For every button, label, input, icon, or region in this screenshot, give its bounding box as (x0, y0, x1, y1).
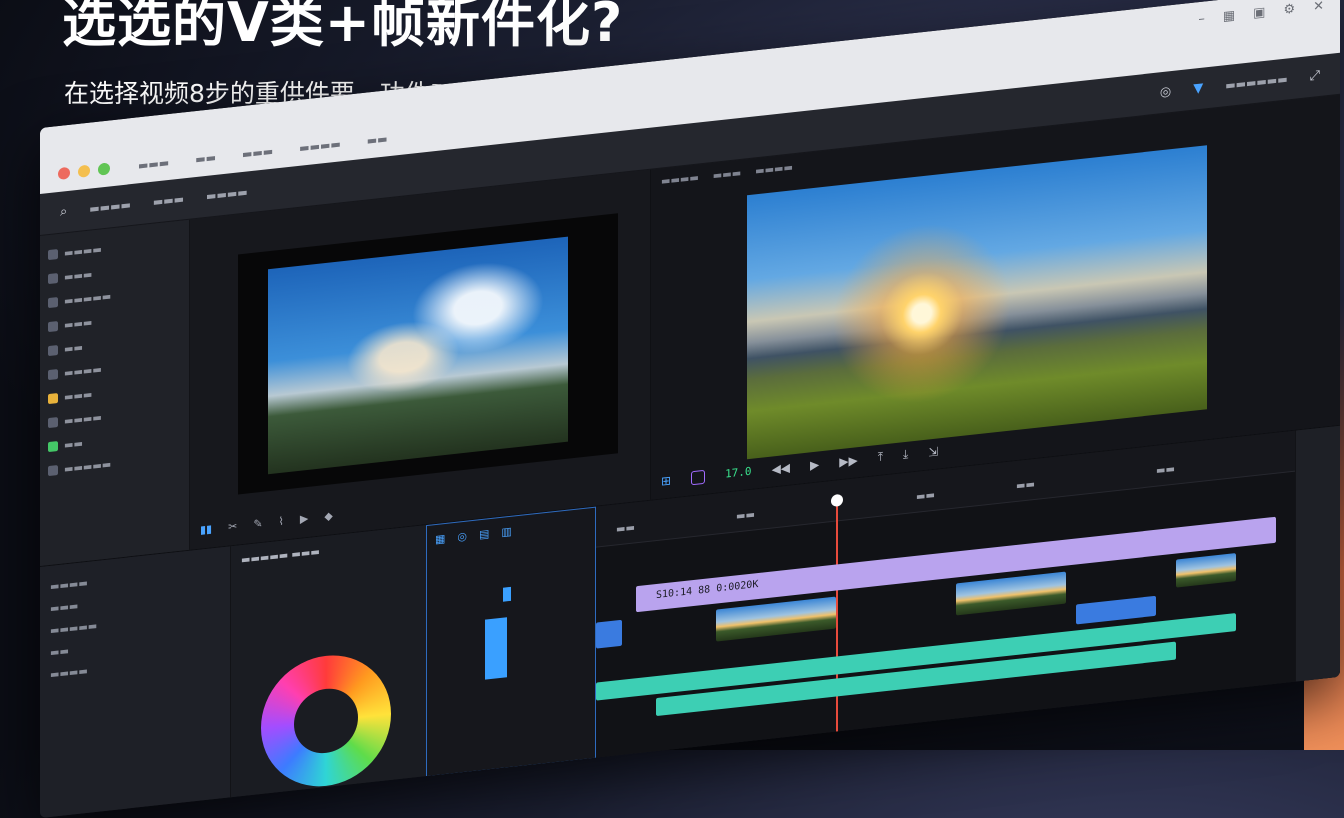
editor-stage: ▬▬▬ ▬▬ ▬▬▬ ▬▬▬▬ ▬▬ – ▦ ▣ ⚙ ✕ ⌕ ▬▬▬▬ ▬▬▬ … (0, 0, 1344, 818)
search-icon[interactable]: ⌕ (60, 204, 67, 220)
step-forward-icon[interactable]: ▶▶ (839, 453, 857, 469)
program-timecode: 17.0 (725, 464, 752, 481)
program-tab[interactable]: ▬▬▬▬ (755, 162, 793, 177)
menu-item[interactable]: ▬▬▬ (138, 155, 169, 171)
pen-icon[interactable]: ✎ (253, 517, 262, 531)
waveform-icon[interactable]: ▦ (435, 532, 445, 546)
safe-margins-icon[interactable]: ⊞ (661, 473, 671, 488)
toolbar-item[interactable]: ▬▬▬ (153, 192, 184, 208)
toolbar-item[interactable]: ▬▬▬▬ (206, 185, 248, 203)
parade-icon[interactable]: ▥ (501, 525, 511, 539)
color-panel: ▬▬▬▬▬ ▬▬▬ (230, 525, 426, 799)
timeline-clip[interactable] (596, 619, 622, 649)
media-browser-sidebar: ▬▬▬▬ ▬▬▬ ▬▬▬▬▬ ▬▬▬ ▬▬ ▬▬▬▬ ▬▬▬ ▬▬▬▬ ▬▬ ▬… (40, 219, 190, 567)
timeline-clip[interactable] (1076, 595, 1156, 625)
project-panel: ▬▬▬▬ ▬▬▬ ▬▬▬▬▬ ▬▬ ▬▬▬▬ (40, 546, 230, 818)
timeline-right-toolbar (1295, 425, 1340, 683)
workspace-icon[interactable]: ◎ (1160, 84, 1171, 100)
window-controls-traffic-lights (58, 162, 110, 181)
zoom-window-button[interactable] (98, 162, 110, 176)
ruler-tick: ▬▬ (1016, 478, 1035, 492)
step-back-icon[interactable]: ◀◀ (772, 460, 790, 476)
histogram-icon[interactable]: ▤ (479, 527, 489, 541)
source-viewer (238, 213, 618, 495)
color-wheel-icon[interactable] (261, 648, 391, 793)
grid-icon[interactable]: ▦ (1223, 8, 1235, 24)
status-icon (48, 441, 58, 453)
menu-item[interactable]: ▬▬▬ (242, 144, 273, 160)
filter-icon[interactable]: ▼ (1193, 81, 1203, 97)
scopes-panel: ▦ ◎ ▤ ▥ (426, 506, 596, 778)
program-preview-image (747, 145, 1207, 460)
program-tab[interactable]: ▬▬▬ (713, 168, 741, 182)
folder-icon (48, 345, 58, 357)
folder-icon (48, 465, 58, 477)
program-tab[interactable]: ▬▬▬▬ (661, 172, 699, 187)
lasso-icon[interactable]: ⌇ (279, 515, 284, 529)
label-icon (48, 393, 58, 405)
video-editor-window: ▬▬▬ ▬▬ ▬▬▬ ▬▬▬▬ ▬▬ – ▦ ▣ ⚙ ✕ ⌕ ▬▬▬▬ ▬▬▬ … (40, 0, 1340, 818)
ruler-tick: ▬▬ (736, 509, 755, 523)
extract-icon[interactable]: ⤓ (903, 447, 908, 463)
folder-icon (48, 417, 58, 429)
timeline-clip-thumbnail[interactable] (956, 571, 1066, 616)
menu-item[interactable]: ▬▬▬▬ (299, 137, 341, 155)
marker-icon[interactable]: ◆ (324, 509, 332, 523)
minimize-window-button[interactable] (78, 164, 90, 178)
menu-item[interactable]: ▬▬ (195, 150, 216, 165)
ruler-tick: ▬▬ (1156, 463, 1175, 477)
window-tools: – ▦ ▣ ⚙ ✕ (1198, 0, 1324, 27)
toolbar-item[interactable]: ▬▬▬▬▬▬ (1225, 72, 1287, 92)
folder-icon (48, 249, 58, 261)
playhead[interactable] (836, 500, 838, 741)
source-preview-image (268, 236, 568, 475)
scope-level-bar (503, 586, 511, 602)
lift-icon[interactable]: ⤒ (878, 449, 883, 465)
folder-icon (48, 369, 58, 381)
minimize-icon[interactable]: – (1198, 11, 1205, 27)
timeline-clip-thumbnail[interactable] (716, 596, 836, 642)
export-frame-icon[interactable]: ⇲ (928, 444, 938, 459)
toolbar-item[interactable]: ▬▬▬▬ (89, 198, 131, 216)
source-monitor: ▮▮ ✂ ✎ ⌇ ▶ ◆ (190, 169, 651, 550)
ruler-tick: ▬▬ (916, 489, 935, 503)
menu-item[interactable]: ▬▬ (367, 132, 388, 147)
program-header: ▬▬▬▬ ▬▬▬ ▬▬▬▬ (661, 162, 793, 187)
folder-icon (48, 321, 58, 333)
folder-icon (48, 297, 58, 309)
scope-level-bar (485, 617, 507, 680)
settings-icon[interactable]: ⚙ (1283, 2, 1295, 18)
play-icon[interactable]: ▶ (810, 457, 819, 472)
cut-icon[interactable]: ✂ (228, 520, 237, 534)
timeline-clip-thumbnail[interactable] (1176, 553, 1236, 588)
folder-icon (48, 273, 58, 285)
expand-icon[interactable]: ⤢ (1310, 68, 1320, 84)
window-close-icon[interactable]: ✕ (1313, 0, 1324, 15)
vectorscope-icon[interactable]: ◎ (457, 530, 467, 544)
close-window-button[interactable] (58, 166, 70, 181)
ruler-tick: ▬▬ (616, 522, 635, 536)
overlay-toggle-icon[interactable] (691, 469, 706, 485)
mark-in-icon[interactable]: ▮▮ (200, 522, 212, 536)
play-icon[interactable]: ▶ (300, 512, 308, 526)
save-icon[interactable]: ▣ (1253, 5, 1265, 21)
